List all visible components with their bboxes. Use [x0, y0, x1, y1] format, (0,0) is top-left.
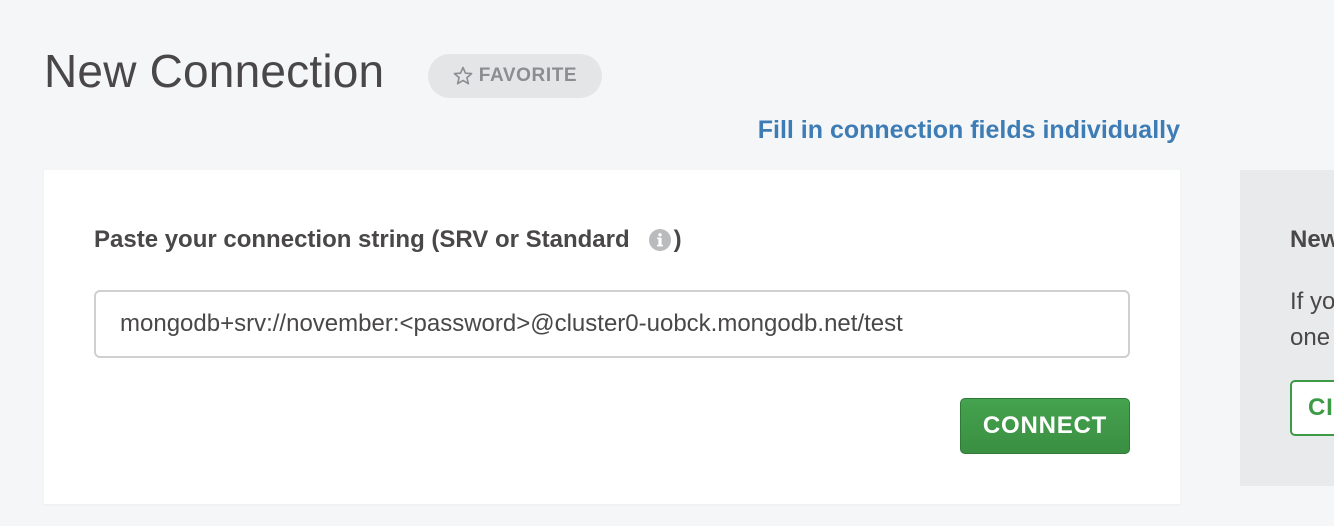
favorite-label: FAVORITE [478, 65, 578, 86]
star-outline-icon [453, 66, 473, 86]
connection-string-label: Paste your connection string (SRV or Sta… [94, 226, 682, 254]
page-title: New Connection [44, 45, 385, 97]
fill-in-fields-link[interactable]: Fill in connection fields individually [758, 116, 1180, 145]
new-connection-page: New Connection FAVORITE Fill in connecti… [0, 0, 1334, 526]
connection-string-input[interactable] [94, 290, 1130, 358]
side-panel-text-line-2: one [1290, 324, 1331, 351]
connect-button[interactable]: CONNECT [960, 398, 1130, 454]
info-icon[interactable] [648, 228, 672, 252]
connection-string-card: Paste your connection string (SRV or Sta… [44, 170, 1180, 504]
side-panel-text: If yo one [1290, 284, 1334, 356]
side-panel-title: New [1290, 226, 1334, 253]
side-panel-button[interactable]: CI [1290, 380, 1334, 436]
new-cluster-side-panel: New If yo one CI [1240, 170, 1334, 486]
favorite-button[interactable]: FAVORITE [428, 54, 602, 98]
connection-string-label-close: ) [673, 226, 682, 253]
side-panel-text-line-1: If yo [1290, 288, 1334, 315]
connection-string-label-text: Paste your connection string (SRV or Sta… [94, 226, 630, 253]
